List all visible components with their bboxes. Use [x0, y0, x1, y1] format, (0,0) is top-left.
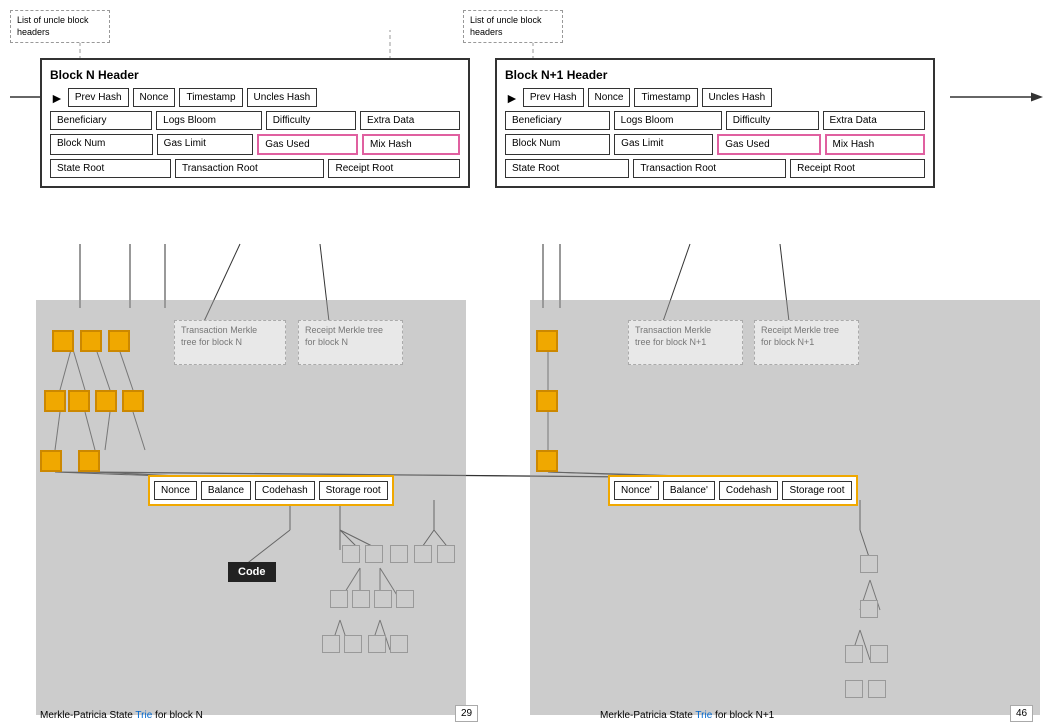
orange-node-n3-2	[78, 450, 100, 472]
block-n1-header: Block N+1 Header ► Prev Hash Nonce Times…	[495, 58, 935, 188]
block-n1-timestamp: Timestamp	[634, 88, 697, 107]
orange-node-n1-l2	[536, 390, 558, 412]
gray-node-12	[368, 635, 386, 653]
gray-node-r5	[845, 680, 863, 698]
block-n-timestamp: Timestamp	[179, 88, 242, 107]
gray-node-2	[365, 545, 383, 563]
block-n-logs-bloom: Logs Bloom	[156, 111, 262, 130]
account-n1-storage: Storage root	[782, 481, 851, 500]
gray-node-8	[374, 590, 392, 608]
gray-node-13	[390, 635, 408, 653]
block-n1-nonce: Nonce	[588, 88, 631, 107]
block-n1-state-root: State Root	[505, 159, 629, 178]
gray-node-r1	[860, 555, 878, 573]
block-n-gas-limit: Gas Limit	[157, 134, 254, 155]
block-n-difficulty: Difficulty	[266, 111, 356, 130]
orange-node-n2-2	[68, 390, 90, 412]
receipt-merkle-n1-note: Receipt Merkle treefor block N+1	[754, 320, 859, 365]
account-n-balance: Balance	[201, 481, 251, 500]
block-n1-mix-hash: Mix Hash	[825, 134, 926, 155]
bottom-label-n1: Merkle-Patricia State Trie for block N+1	[600, 710, 774, 721]
orange-node-n1-3	[108, 330, 130, 352]
orange-node-n2-1	[44, 390, 66, 412]
orange-node-n2-3	[95, 390, 117, 412]
block-n1-receipt-root: Receipt Root	[790, 159, 925, 178]
block-n-uncles-hash: Uncles Hash	[247, 88, 318, 107]
gray-node-9	[396, 590, 414, 608]
block-n1-prev-hash: Prev Hash	[523, 88, 584, 107]
block-n-beneficiary: Beneficiary	[50, 111, 152, 130]
block-n1-logs-bloom: Logs Bloom	[614, 111, 722, 130]
gray-node-1	[342, 545, 360, 563]
gray-node-10	[322, 635, 340, 653]
orange-node-n3-1	[40, 450, 62, 472]
block-n-header: Block N Header ► Prev Hash Nonce Timesta…	[40, 58, 470, 188]
block-n-extra-data: Extra Data	[360, 111, 460, 130]
orange-node-n1-single	[536, 330, 558, 352]
block-n-mix-hash: Mix Hash	[362, 134, 460, 155]
block-n1-uncles-hash: Uncles Hash	[702, 88, 773, 107]
account-n-nonce: Nonce	[154, 481, 197, 500]
block-n-receipt-root: Receipt Root	[328, 159, 460, 178]
account-n-storage: Storage root	[319, 481, 388, 500]
gray-node-6	[330, 590, 348, 608]
account-box-n1: Nonce' Balance' Codehash Storage root	[608, 475, 858, 506]
gray-node-7	[352, 590, 370, 608]
code-box: Code	[228, 562, 276, 582]
gray-node-r2	[860, 600, 878, 618]
diagram-container: List of uncle block headers List of uncl…	[0, 0, 1048, 728]
account-n1-codehash: Codehash	[719, 481, 779, 500]
account-box-n: Nonce Balance Codehash Storage root	[148, 475, 394, 506]
account-n1-balance: Balance'	[663, 481, 715, 500]
gray-node-r6	[868, 680, 886, 698]
orange-node-n1-l3	[536, 450, 558, 472]
tx-merkle-n-note: Transaction Merkletree for block N	[174, 320, 286, 365]
orange-node-n1-1	[52, 330, 74, 352]
block-n-block-num: Block Num	[50, 134, 153, 155]
block-n-prev-hash: Prev Hash	[68, 88, 129, 107]
page-number-29: 29	[455, 705, 478, 722]
block-n-state-root: State Root	[50, 159, 171, 178]
block-n-title: Block N Header	[50, 68, 460, 82]
block-n1-difficulty: Difficulty	[726, 111, 819, 130]
block-n-gas-used: Gas Used	[257, 134, 358, 155]
block-n1-gas-limit: Gas Limit	[614, 134, 713, 155]
uncle-note-1: List of uncle block headers	[10, 10, 110, 43]
block-n1-beneficiary: Beneficiary	[505, 111, 610, 130]
block-n1-tx-root: Transaction Root	[633, 159, 786, 178]
block-n1-extra-data: Extra Data	[823, 111, 925, 130]
gray-node-3	[390, 545, 408, 563]
block-n-nonce: Nonce	[133, 88, 176, 107]
account-n-codehash: Codehash	[255, 481, 315, 500]
orange-node-n1-2	[80, 330, 102, 352]
gray-node-r3	[845, 645, 863, 663]
uncle-note-2: List of uncle block headers	[463, 10, 563, 43]
receipt-merkle-n-note: Receipt Merkle treefor block N	[298, 320, 403, 365]
account-n1-nonce: Nonce'	[614, 481, 659, 500]
block-n1-gas-used: Gas Used	[717, 134, 820, 155]
tx-merkle-n1-note: Transaction Merkletree for block N+1	[628, 320, 743, 365]
gray-node-4	[414, 545, 432, 563]
block-n1-block-num: Block Num	[505, 134, 610, 155]
gray-node-r4	[870, 645, 888, 663]
gray-node-11	[344, 635, 362, 653]
orange-node-n2-4	[122, 390, 144, 412]
block-n1-title: Block N+1 Header	[505, 68, 925, 82]
gray-node-5	[437, 545, 455, 563]
bottom-label-n: Merkle-Patricia State Trie for block N	[40, 710, 203, 721]
block-n-tx-root: Transaction Root	[175, 159, 325, 178]
page-number-46: 46	[1010, 705, 1033, 722]
